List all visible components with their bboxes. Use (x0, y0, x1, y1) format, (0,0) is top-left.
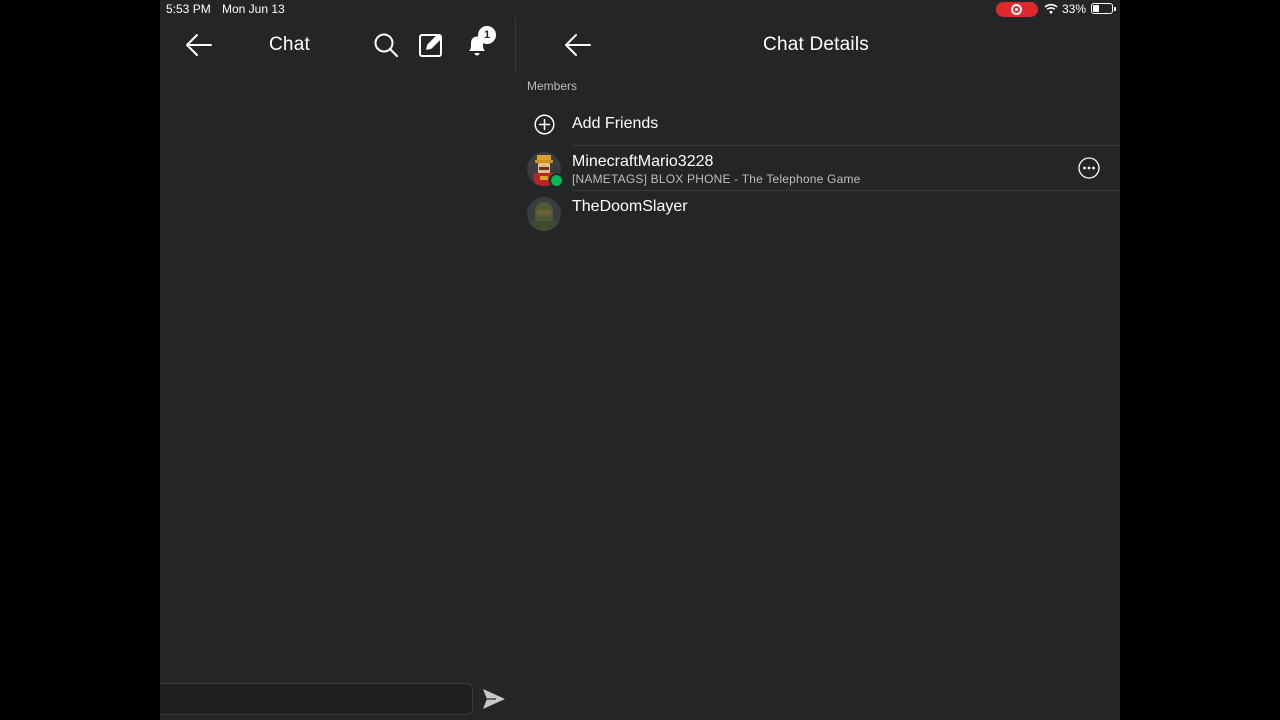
back-arrow-icon[interactable] (185, 32, 213, 58)
member-name: TheDoomSlayer (572, 198, 688, 215)
battery-icon (1091, 3, 1116, 14)
search-icon[interactable] (373, 32, 399, 58)
device-screen: 5:53 PM Mon Jun 13 33% Chat 1 Chat Detai… (160, 0, 1120, 720)
member-name: MinecraftMario3228 (572, 153, 714, 170)
compose-icon[interactable] (418, 32, 444, 58)
message-input[interactable] (160, 683, 473, 715)
status-time: 5:53 PM (166, 2, 211, 16)
add-friends-label: Add Friends (572, 115, 659, 132)
online-status-icon (549, 173, 564, 188)
avatar (527, 197, 561, 231)
add-friends-button[interactable]: Add Friends (516, 106, 1120, 146)
row-divider (572, 145, 1120, 146)
send-icon[interactable] (482, 688, 506, 710)
status-date: Mon Jun 13 (222, 2, 285, 16)
notification-badge: 1 (478, 26, 496, 44)
member-row[interactable]: TheDoomSlayer (516, 193, 1120, 237)
member-row[interactable]: MinecraftMario3228 [NAMETAGS] BLOX PHONE… (516, 148, 1120, 192)
battery-percent: 33% (1062, 2, 1087, 16)
members-label: Members (527, 79, 578, 93)
screen-record-icon[interactable] (996, 2, 1038, 17)
chat-pane: Chat 1 (160, 18, 515, 720)
member-status: [NAMETAGS] BLOX PHONE - The Telephone Ga… (572, 172, 861, 186)
more-options-icon[interactable] (1078, 157, 1100, 179)
chat-details-title: Chat Details (516, 34, 1120, 56)
chat-details-title-text: Chat Details (763, 34, 869, 55)
chat-title: Chat (269, 34, 310, 55)
status-bar: 5:53 PM Mon Jun 13 33% (160, 0, 1120, 18)
row-divider (572, 190, 1120, 191)
chat-details-pane: Chat Details Members Add Friends Minecra… (516, 18, 1120, 720)
wifi-icon (1044, 3, 1058, 14)
plus-circle-icon (534, 114, 555, 135)
